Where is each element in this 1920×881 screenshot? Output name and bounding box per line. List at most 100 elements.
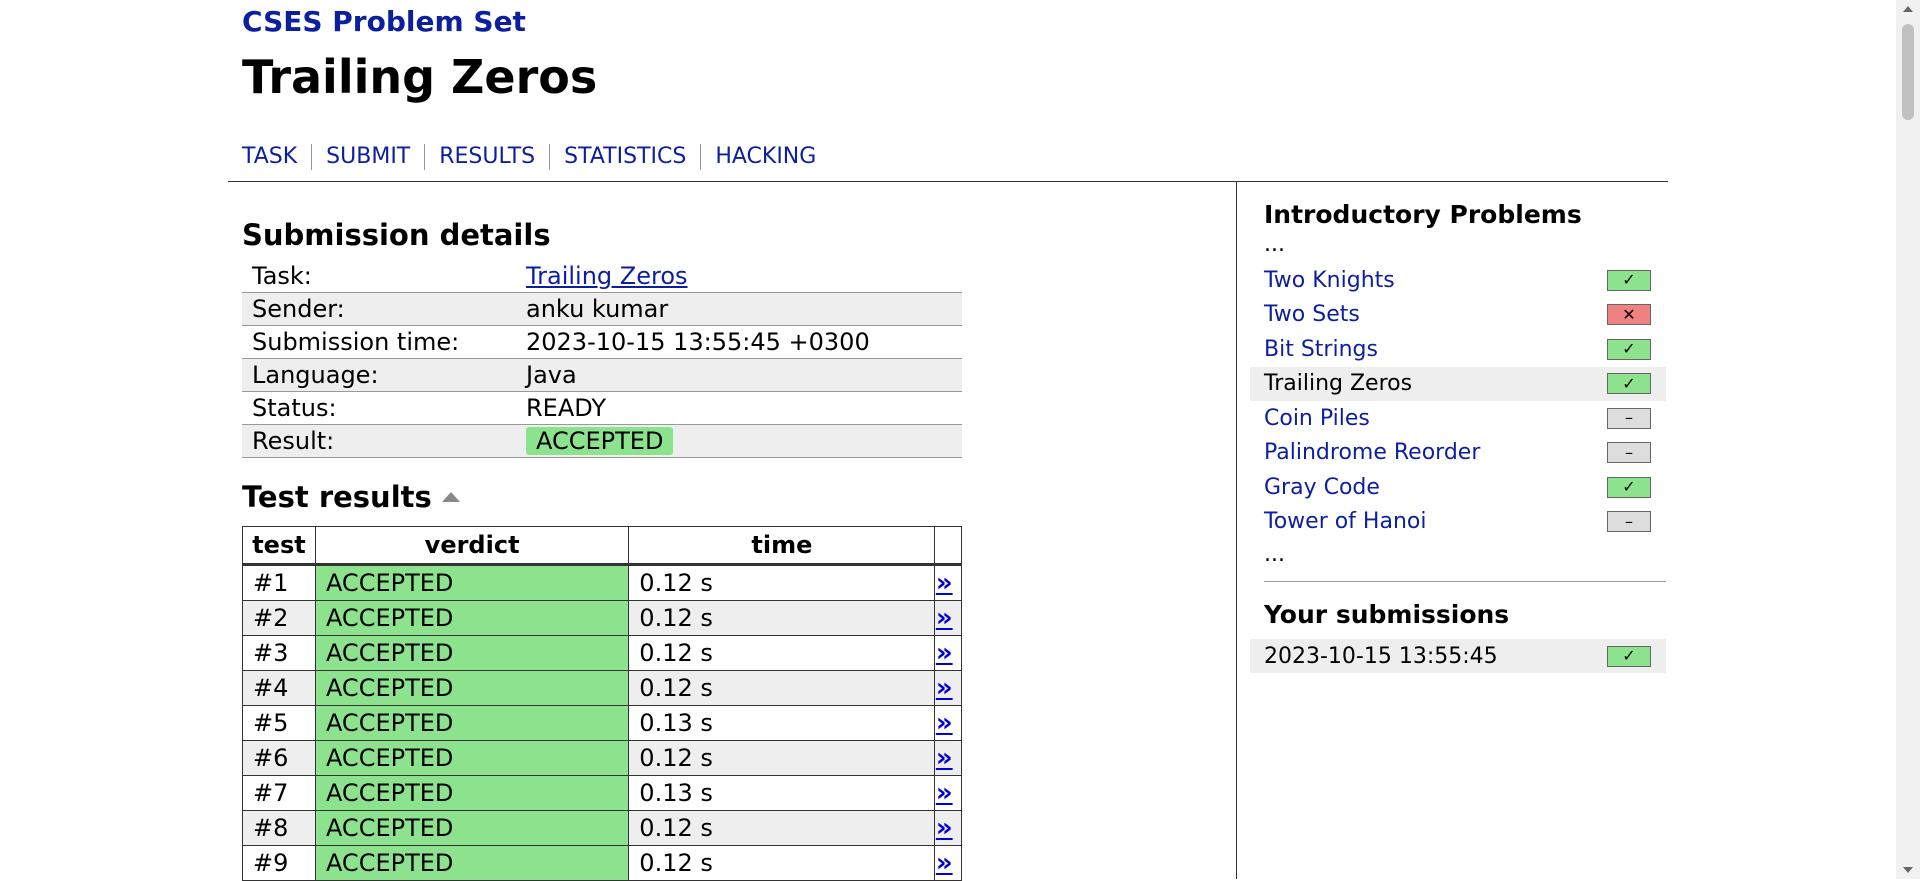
problem-item: Trailing Zeros ✓ [1250,366,1666,401]
tab-statistics[interactable]: STATISTICS [549,144,700,170]
detail-row-result: Result: ACCEPTED [242,424,962,458]
time-cell: 0.13 s [628,705,936,741]
detail-row-language: Language: Java [242,358,962,392]
problem-link[interactable]: Palindrome Reorder [1264,440,1480,465]
time-cell: 0.12 s [628,635,936,671]
detail-label: Sender: [242,292,516,326]
detail-row-time: Submission time: 2023-10-15 13:55:45 +03… [242,325,962,359]
verdict-cell: ACCEPTED [314,670,630,706]
scroll-down-arrow-icon[interactable] [1903,867,1913,873]
detail-row-status: Status: READY [242,391,962,425]
problem-item[interactable]: Tower of Hanoi – [1250,505,1666,540]
scrollbar-thumb[interactable] [1902,24,1914,120]
verdict-cell: ACCEPTED [314,705,630,741]
view-test-icon[interactable]: » [936,568,961,598]
verdict-cell: ACCEPTED [314,845,630,881]
sidebar-divider [1236,181,1237,879]
tab-task[interactable]: TASK [242,144,311,170]
task-link[interactable]: Trailing Zeros [526,262,688,290]
test-results-heading: Test results [242,480,432,514]
tab-submit[interactable]: SUBMIT [311,144,424,170]
test-results-table: test verdict time #1ACCEPTED0.12 s»»#2AC… [242,526,962,881]
table-row: #1ACCEPTED0.12 s»» [242,564,962,601]
view-test-icon[interactable]: » [936,743,961,773]
submission-time: 2023-10-15 13:55:45 [1264,643,1498,669]
time-cell: 0.12 s [628,670,936,706]
problem-name: Trailing Zeros [1264,371,1413,397]
dash-icon: – [1607,442,1651,464]
site-title-link[interactable]: CSES Problem Set [242,5,526,38]
check-icon: ✓ [1607,476,1651,498]
problem-link[interactable]: Two Knights [1264,268,1395,293]
vertical-scrollbar[interactable] [1896,0,1920,879]
test-number: #4 [242,670,316,706]
tab-results[interactable]: RESULTS [424,144,549,170]
problem-link[interactable]: Tower of Hanoi [1264,509,1426,534]
sender-value: anku kumar [516,292,962,326]
page: CSES Problem Set Trailing Zeros TASK SUB… [228,0,1668,881]
view-test-icon[interactable]: » [936,673,961,703]
problem-item[interactable]: Coin Piles – [1250,401,1666,436]
table-row: #7ACCEPTED0.13 s»» [242,775,962,811]
submission-row[interactable]: 2023-10-15 13:55:45 ✓ [1250,639,1666,673]
sidebar-section-title: Introductory Problems [1264,200,1582,229]
test-number: #5 [242,705,316,741]
time-cell: 0.12 s [628,600,936,636]
main-content: Submission details Task: Trailing Zeros … [242,218,962,881]
tab-hacking[interactable]: HACKING [700,144,830,170]
problem-item[interactable]: Palindrome Reorder – [1250,436,1666,471]
table-row: #5ACCEPTED0.13 s»» [242,705,962,741]
problem-item[interactable]: Gray Code ✓ [1250,470,1666,505]
column-header-verdict: verdict [314,526,630,566]
check-icon: ✓ [1607,338,1651,360]
dash-icon: – [1607,407,1651,429]
problem-item[interactable]: Two Sets ✕ [1250,298,1666,333]
scroll-up-arrow-icon[interactable] [1903,6,1913,12]
collapse-triangle-icon[interactable] [441,492,460,502]
table-row: #3ACCEPTED0.12 s»» [242,635,962,671]
time-cell: 0.12 s [628,845,936,881]
dash-icon: – [1607,511,1651,533]
verdict-cell: ACCEPTED [314,775,630,811]
view-test-icon[interactable]: » [936,848,961,878]
problem-link[interactable]: Two Sets [1264,302,1360,327]
detail-label: Language: [242,358,516,392]
detail-label: Task: [242,260,516,293]
time-cell: 0.12 s [628,564,936,601]
detail-label: Result: [242,424,516,458]
problem-item[interactable]: Bit Strings ✓ [1250,332,1666,367]
problem-list: Two Knights ✓ Two Sets ✕ Bit Strings ✓ Trailin… [1250,263,1666,539]
status-value: READY [516,391,962,425]
test-number: #3 [242,635,316,671]
header-divider [228,181,1668,182]
column-header-link [934,526,962,566]
test-number: #6 [242,740,316,776]
sidebar-divider-line [1264,581,1666,582]
verdict-cell: ACCEPTED [314,740,630,776]
check-icon: ✓ [1607,373,1651,395]
submission-details-heading: Submission details [242,218,551,252]
test-number: #9 [242,845,316,881]
problem-link[interactable]: Coin Piles [1264,406,1370,431]
problem-link[interactable]: Bit Strings [1264,337,1378,362]
problem-item[interactable]: Two Knights ✓ [1250,263,1666,298]
column-header-time: time [628,526,936,566]
problem-link[interactable]: Gray Code [1264,475,1380,500]
page-title: Trailing Zeros [242,50,598,104]
column-header-test: test [242,526,316,566]
table-row: #4ACCEPTED0.12 s»» [242,670,962,706]
verdict-cell: ACCEPTED [314,600,630,636]
view-test-icon[interactable]: » [936,778,961,808]
check-icon: ✓ [1607,269,1651,291]
cross-icon: ✕ [1607,304,1651,326]
view-test-icon[interactable]: » [936,603,961,633]
view-test-icon[interactable]: » [936,813,961,843]
submission-details-table: Task: Trailing Zeros Sender: anku kumar … [242,260,962,458]
table-header-row: test verdict time [242,526,962,566]
task-tabs: TASK SUBMIT RESULTS STATISTICS HACKING [242,144,830,170]
view-test-icon[interactable]: » [936,638,961,668]
test-number: #1 [242,564,316,601]
view-test-icon[interactable]: » [936,708,961,738]
test-rows: #1ACCEPTED0.12 s»»#2ACCEPTED0.12 s»»#3AC… [242,564,962,881]
verdict-cell: ACCEPTED [314,810,630,846]
